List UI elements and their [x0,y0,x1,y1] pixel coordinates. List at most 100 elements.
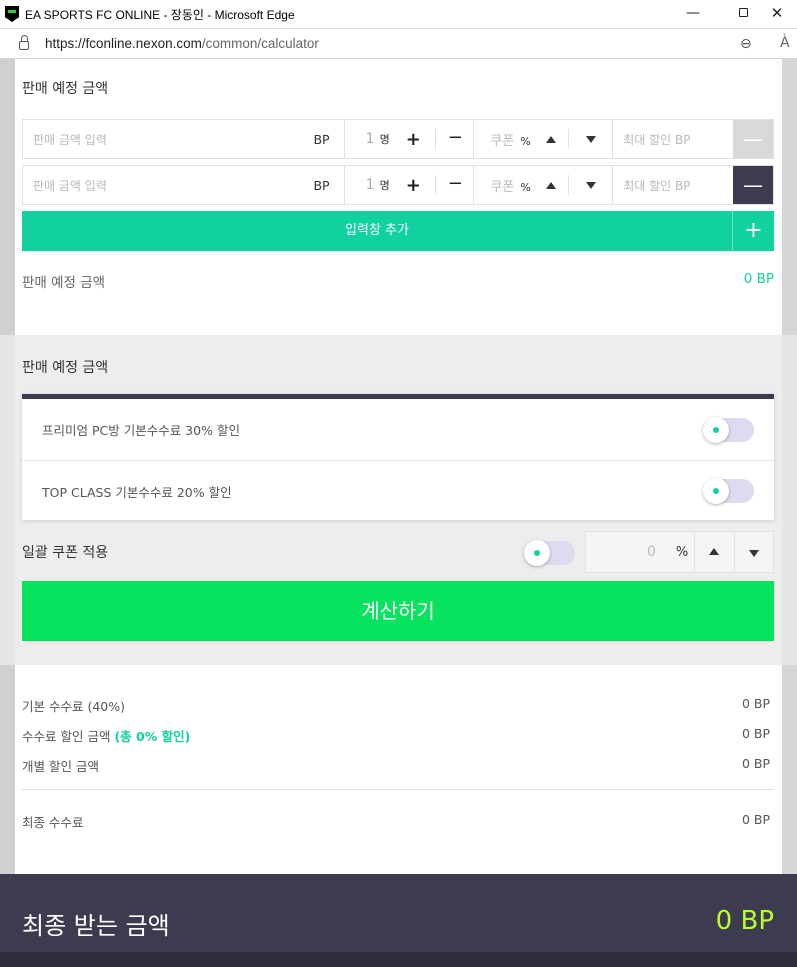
individual-label: 개별 할인 금액 [22,759,99,774]
max-discount-placeholder: 최대 할인 BP [623,178,691,193]
calculate-button[interactable]: 계산하기 [22,581,774,641]
coupon-up-icon[interactable] [546,182,557,189]
discount-value: 0 BP [741,726,770,741]
bulk-coupon-label: 일괄 쿠폰 적용 [22,545,109,561]
add-row-button[interactable]: 입력창 추가 + [22,211,774,251]
coupon-down-icon[interactable] [586,182,597,189]
minus-icon: — [743,127,764,151]
summary-base-fee: 기본 수수료 (40%) 0 BP [22,696,774,715]
quantity-minus-button[interactable]: − [434,129,463,149]
input-row-1: 판매 금액 입력 BP 1 명 + − 쿠폰 % 최대 할인 BP — [22,119,774,159]
coupon-down-icon[interactable] [586,136,597,143]
coupon-unit: % [520,180,531,194]
zoom-icon[interactable]: ⊖ [740,36,752,52]
quantity-unit: 명 [379,179,390,192]
quantity-value[interactable]: 1 [345,177,375,193]
bulk-coupon-value: 0 [646,544,656,560]
amount-placeholder: 판매 금액 입력 [33,132,107,147]
sale-total-label: 판매 예정 금액 [22,275,106,291]
remove-row-button[interactable]: — [733,120,773,158]
pc-bang-toggle[interactable] [703,416,754,443]
coupon-up-icon[interactable] [546,136,557,143]
url-host: https://fconline.nexon.com [45,36,202,51]
toggle-knob [524,540,550,566]
bulk-coupon-unit: % [675,544,689,560]
amount-input[interactable]: 판매 금액 입력 BP [23,120,345,158]
quantity-unit: 명 [379,133,390,146]
coupon-input[interactable]: 쿠폰 % [474,120,614,158]
minimize-button[interactable]: — [678,4,708,22]
remove-row-button[interactable]: — [733,166,773,204]
quantity-value[interactable]: 1 [345,131,375,147]
discount-label-group: 수수료 할인 금액 (총 0% 할인) [22,726,190,745]
footer-bottom [0,952,797,967]
read-aloud-icon[interactable]: À [780,35,790,51]
triangle-down-icon [748,550,759,557]
maximize-icon [738,8,748,17]
final-amount-value: 0 BP [715,906,774,936]
max-discount-input[interactable]: 최대 할인 BP [613,166,733,204]
divider [568,175,570,195]
discount-label: 수수료 할인 금액 [22,729,111,744]
divider [568,129,570,149]
option-label: TOP CLASS 기본수수료 20% 할인 [42,484,232,500]
sale-total-value: 0 BP [743,271,774,287]
window-title: EA SPORTS FC ONLINE - 장동인 - Microsoft Ed… [25,7,295,22]
bulk-coupon-row: 일괄 쿠폰 적용 0 % [22,531,774,573]
discount-options-panel: 프리미엄 PC방 기본수수료 30% 할인 TOP CLASS 기본수수료 20… [22,394,774,520]
bulk-coupon-toggle[interactable] [524,540,575,566]
individual-value: 0 BP [741,756,770,771]
address-bar[interactable]: https://fconline.nexon.com/common/calcul… [0,28,797,59]
section-sale-amount: 판매 예정 금액 [22,78,774,98]
section-title: 판매 예정 금액 [22,81,109,97]
amount-unit: BP [313,177,330,193]
quantity-minus-button[interactable]: − [434,175,463,195]
option-label: 프리미엄 PC방 기본수수료 30% 할인 [42,423,240,438]
amount-placeholder: 판매 금액 입력 [33,178,107,193]
base-fee-label: 기본 수수료 (40%) [22,699,125,714]
quantity-plus-button[interactable]: + [406,129,421,150]
final-amount-bar: 최종 받는 금액 0 BP [0,874,797,952]
input-row-2: 판매 금액 입력 BP 1 명 + − 쿠폰 % 최대 할인 BP — [22,165,774,205]
section-title: 판매 예정 금액 [22,360,109,376]
coupon-unit: % [520,134,531,148]
quantity-stepper: 1 명 + − [345,166,475,204]
edge-app-icon [5,6,19,22]
summary-final-fee: 최종 수수료 0 BP [22,812,774,831]
add-row-label: 입력창 추가 [22,211,733,251]
toggle-knob [703,416,729,443]
bulk-coupon-down-button[interactable] [733,532,773,572]
minus-icon: — [743,173,764,197]
url-text[interactable]: https://fconline.nexon.com/common/calcul… [45,36,319,51]
sale-total: 판매 예정 금액 0 BP [22,271,774,291]
option-top-class: TOP CLASS 기본수수료 20% 할인 [22,460,774,521]
bulk-coupon-field: 0 % [585,531,774,573]
option-pc-bang: 프리미엄 PC방 기본수수료 30% 할인 [22,399,774,460]
discount-highlight: (총 0% 할인) [114,729,191,744]
quantity-stepper: 1 명 + − [345,120,475,158]
base-fee-value: 0 BP [741,696,770,711]
maximize-button[interactable] [728,4,758,22]
lock-icon [19,35,29,50]
final-fee-label: 최종 수수료 [22,815,84,830]
final-fee-value: 0 BP [741,812,770,827]
triangle-up-icon [709,548,720,555]
coupon-placeholder: 쿠폰 [490,133,515,149]
quantity-plus-button[interactable]: + [406,175,421,196]
toggle-knob [703,478,729,504]
title-bar: EA SPORTS FC ONLINE - 장동인 - Microsoft Ed… [0,0,797,28]
divider [22,789,774,790]
url-path: /common/calculator [201,36,319,51]
max-discount-placeholder: 최대 할인 BP [623,132,691,147]
top-class-toggle[interactable] [703,478,754,504]
coupon-input[interactable]: 쿠폰 % [474,166,614,204]
amount-input[interactable]: 판매 금액 입력 BP [23,166,345,204]
close-button[interactable]: ✕ [762,4,792,22]
summary-individual: 개별 할인 금액 0 BP [22,756,774,775]
plus-icon[interactable]: + [733,211,774,251]
final-amount-label: 최종 받는 금액 [22,912,170,940]
bulk-coupon-up-button[interactable] [694,532,733,572]
coupon-placeholder: 쿠폰 [490,179,515,195]
bulk-coupon-input[interactable]: 0 % [586,532,694,572]
max-discount-input[interactable]: 최대 할인 BP [613,120,733,158]
